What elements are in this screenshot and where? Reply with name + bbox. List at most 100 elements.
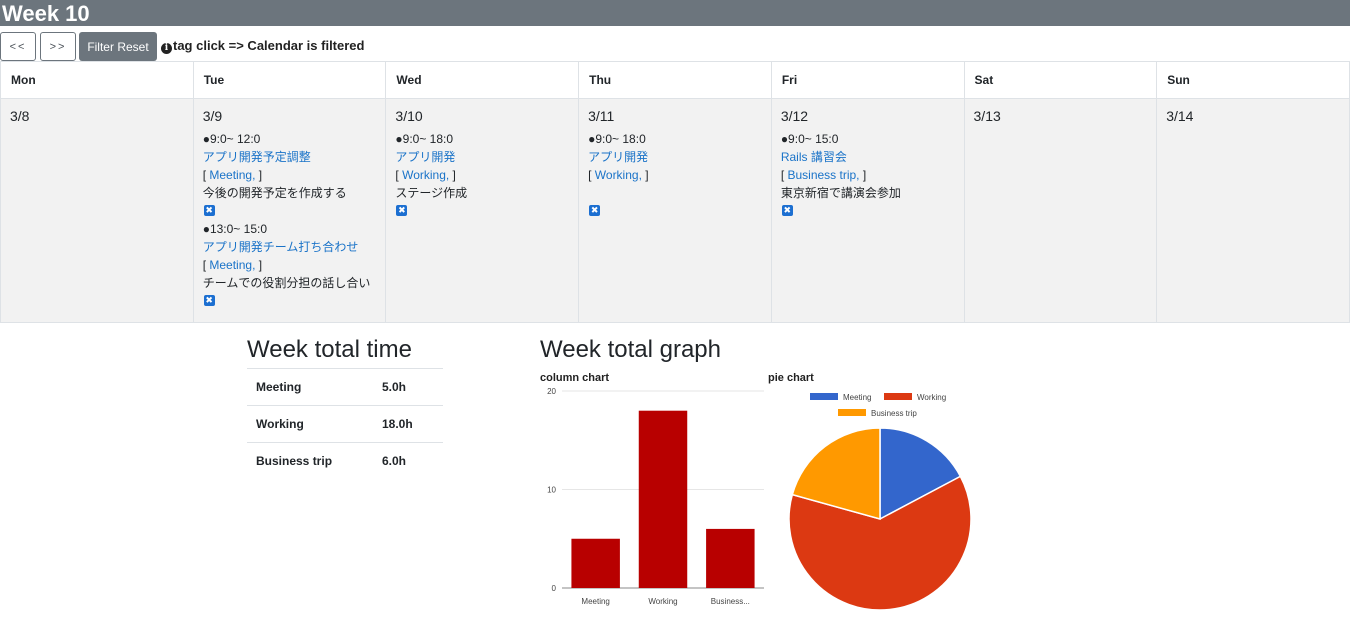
day-cell: 3/11 ●9:0~ 18:0 アプリ開発[ Working, ] ✖ (578, 98, 772, 323)
total-category: Meeting (247, 368, 373, 406)
tag-bracket-close: ] (255, 258, 263, 272)
event-tag-link[interactable]: Meeting, (209, 168, 255, 182)
event-tag-link[interactable]: Working, (595, 168, 642, 182)
event-tag-link[interactable]: Business trip, (787, 168, 859, 182)
event-tag-link[interactable]: Working, (402, 168, 449, 182)
legend-swatch (810, 393, 838, 400)
day-date: 3/10 (395, 108, 423, 124)
x-tick-label: Working (648, 597, 677, 606)
y-tick-label: 20 (547, 387, 556, 396)
event-title-link[interactable]: アプリ開発 (588, 148, 771, 166)
column-chart-label: column chart (540, 372, 610, 384)
total-category: Working (247, 405, 373, 443)
week-total-table: Meeting 5.0h Working 18.0h Business trip 6.0h (247, 368, 443, 480)
event-time: ●9:0~ 18:0 (395, 132, 454, 146)
total-category: Business trip (247, 442, 373, 480)
next-week-button[interactable]: >> (40, 32, 76, 61)
day-header: Sun (1156, 61, 1350, 99)
tag-bracket-close: ] (641, 168, 649, 182)
day-cell: 3/13 (963, 98, 1158, 323)
day-date: 3/12 (780, 108, 809, 124)
event-tags: [ Working, ] (588, 166, 771, 184)
delete-event-icon[interactable]: ✖ (203, 205, 215, 216)
bar (571, 538, 620, 588)
day-cell: 3/8 (0, 98, 194, 323)
legend-label: Business trip (871, 409, 917, 418)
filter-hint-text: tag click => Calendar is filtered (173, 38, 365, 53)
event-description: 東京新宿で講演会参加 (780, 186, 901, 200)
event-item: ●9:0~ 18:0 アプリ開発[ Working, ] ステージ作成 ✖ (395, 130, 578, 220)
tag-bracket-close: ] (449, 168, 456, 182)
event-item: ●9:0~ 18:0 アプリ開発[ Working, ] ✖ (588, 130, 771, 220)
column-chart: 0 10 20 Meeting Working Business... (547, 387, 764, 606)
day-header: Thu (578, 61, 772, 99)
day-cell: 3/9 ●9:0~ 12:0 アプリ開発予定調整[ Meeting, ] 今後の開発予… (192, 98, 387, 323)
legend-label: Working (917, 393, 946, 402)
total-row: Meeting 5.0h (247, 368, 443, 406)
week-calendar: Mon Tue Wed Thu Fri Sat Sun 3/8 3/9 ●9:0~ 12:0 アプ… (0, 61, 1350, 323)
event-title-link[interactable]: アプリ開発チーム打ち合わせ (203, 238, 386, 256)
event-title-link[interactable]: アプリ開発 (395, 148, 578, 166)
tag-bracket-open: [ (588, 168, 595, 182)
delete-event-icon[interactable]: ✖ (589, 205, 601, 216)
day-date: 3/8 (10, 108, 30, 124)
calendar-header-row: Mon Tue Wed Thu Fri Sat Sun (0, 61, 1350, 99)
event-description (588, 184, 771, 202)
x-tick-label: Meeting (581, 597, 609, 606)
filter-hint: i tag click => Calendar is filtered (161, 38, 364, 54)
delete-event-icon[interactable]: ✖ (203, 295, 215, 306)
day-cell: 3/14 (1156, 98, 1350, 323)
event-tags: [ Meeting, ] (203, 256, 386, 274)
total-row: Working 18.0h (247, 405, 443, 443)
filter-reset-button[interactable]: Filter Reset (79, 32, 157, 61)
legend-swatch (884, 393, 912, 400)
pie-chart: Meeting WorkingBusiness trip (788, 393, 972, 611)
total-hours: 18.0h (373, 405, 443, 443)
day-date: 3/13 (973, 108, 1001, 124)
y-tick-label: 0 (552, 584, 557, 593)
delete-event-icon[interactable]: ✖ (781, 205, 793, 216)
total-hours: 6.0h (373, 442, 443, 480)
event-item: ●9:0~ 15:0 Rails 講習会[ Business trip, ] 東京新… (781, 130, 964, 220)
total-row: Business trip 6.0h (247, 442, 443, 480)
event-time: ●9:0~ 18:0 (588, 132, 646, 146)
event-description: ステージ作成 (395, 186, 468, 200)
toolbar: << >> Filter Reset i tag click => Calenda… (0, 32, 1350, 62)
total-hours: 5.0h (373, 368, 443, 406)
event-tags: [ Business trip, ] (781, 166, 964, 184)
event-tags: [ Working, ] (395, 166, 578, 184)
event-item: ●13:0~ 15:0 アプリ開発チーム打ち合わせ[ Meeting, ] チームで… (203, 220, 386, 310)
y-tick-label: 10 (547, 486, 556, 495)
week-total-graph-title: Week total graph (540, 336, 721, 363)
tag-bracket-close: ] (255, 168, 263, 182)
event-tag-link[interactable]: Meeting, (209, 258, 255, 272)
event-description: 今後の開発予定を作成する (202, 186, 347, 200)
event-time: ●13:0~ 15:0 (202, 222, 268, 236)
bar (706, 528, 755, 588)
pie-chart-label: pie chart (768, 372, 814, 384)
legend-swatch (838, 409, 866, 416)
week-title: Week 10 (0, 0, 1350, 26)
day-date: 3/11 (588, 108, 615, 124)
event-title-link[interactable]: Rails 講習会 (781, 148, 964, 166)
week-total-time-title: Week total time (247, 336, 412, 363)
day-date: 3/14 (1166, 108, 1194, 124)
legend-label: Meeting (843, 393, 871, 402)
event-time: ●9:0~ 15:0 (780, 132, 839, 146)
event-title-link[interactable]: アプリ開発予定調整 (203, 148, 386, 166)
day-header: Tue (192, 61, 387, 99)
day-cell: 3/10 ●9:0~ 18:0 アプリ開発[ Working, ] ステージ作成 ✖ (385, 98, 580, 323)
day-header: Fri (770, 61, 965, 99)
calendar-day-row: 3/8 3/9 ●9:0~ 12:0 アプリ開発予定調整[ Meeting, ] 今後の… (0, 98, 1350, 323)
tag-bracket-close: ] (859, 168, 867, 182)
delete-event-icon[interactable]: ✖ (396, 205, 408, 216)
event-time: ●9:0~ 12:0 (202, 132, 261, 146)
bar (638, 410, 688, 588)
day-header: Wed (385, 61, 580, 99)
event-item: ●9:0~ 12:0 アプリ開発予定調整[ Meeting, ] 今後の開発予定を作… (203, 130, 386, 220)
day-cell: 3/12 ●9:0~ 15:0 Rails 講習会[ Business trip, … (770, 98, 965, 323)
event-tags: [ Meeting, ] (203, 166, 386, 184)
event-description: チームでの役割分担の話し合い (202, 276, 371, 290)
day-header: Sat (963, 61, 1158, 99)
prev-week-button[interactable]: << (0, 32, 36, 61)
